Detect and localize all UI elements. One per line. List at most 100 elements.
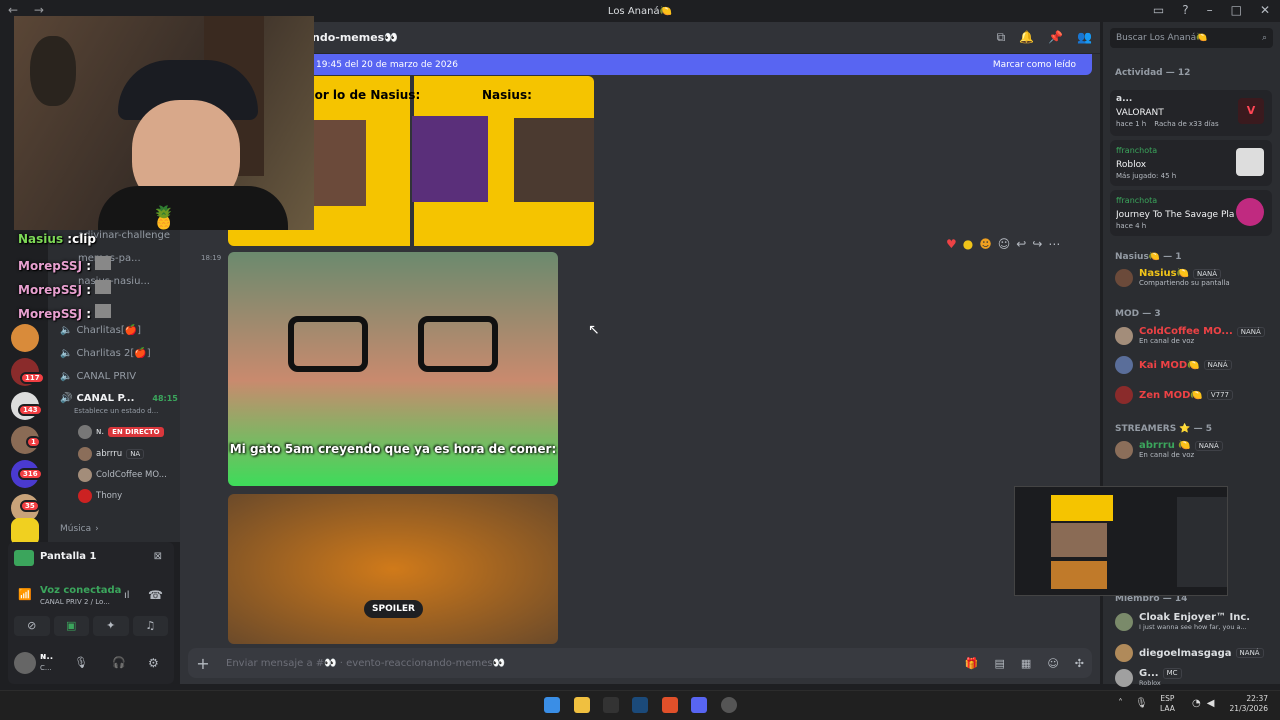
disconnect-icon[interactable]: ☎ — [148, 588, 163, 602]
maximize-button[interactable]: □ — [1231, 3, 1242, 17]
voice-user[interactable]: abrrru NA — [78, 447, 145, 461]
server-icon[interactable] — [11, 324, 39, 352]
preview-members — [1177, 497, 1227, 587]
bell-icon[interactable]: 🔔 — [1019, 30, 1034, 45]
help-icon[interactable]: ? — [1182, 3, 1188, 17]
meme-caption: Mi gato 5am creyendo que ya es hora de c… — [229, 442, 557, 456]
voice-channel-item[interactable]: 🔈 Charlitas 2[🍎] — [60, 348, 151, 359]
pin-icon[interactable]: 📌 — [1048, 30, 1063, 45]
chevron-up-icon[interactable]: ˄ — [1118, 698, 1123, 709]
emoji-icon[interactable]: ☺ — [1047, 657, 1058, 670]
steam-icon[interactable] — [632, 697, 648, 713]
mic-icon[interactable]: 🎙 — [74, 656, 88, 669]
forward-icon[interactable]: ↪ — [1032, 237, 1042, 251]
voice-channel-active[interactable]: 🔊 CANAL P... 48:15 — [60, 393, 178, 404]
close-button[interactable]: ✕ — [1260, 3, 1270, 17]
heart-reaction-icon[interactable]: ♥ — [946, 237, 957, 251]
noise-icon[interactable]: ıl — [124, 590, 130, 601]
brave-icon[interactable] — [662, 697, 678, 713]
member-row[interactable]: Nasius🍋 NANÁ Compartiendo su pantalla — [1115, 268, 1230, 287]
heart-eyes-reaction-icon[interactable]: ☻ — [979, 237, 992, 251]
photo — [310, 120, 366, 206]
headphones-icon[interactable]: 🎧 — [112, 656, 126, 669]
gift-icon[interactable]: 🎁 — [965, 657, 979, 670]
voice-channel-item[interactable]: 🔈 Charlitas[🍎] — [60, 325, 141, 336]
epic-games-icon[interactable] — [603, 697, 619, 713]
avatar — [1115, 268, 1133, 287]
apps-icon[interactable]: ✣ — [1075, 657, 1084, 670]
soundboard-icon[interactable]: ♫ — [132, 616, 168, 636]
clock[interactable]: 22:37 21/3/2026 — [1226, 694, 1268, 714]
message-input[interactable]: + Enviar mensaje a #👀 · evento-reacciona… — [188, 648, 1092, 678]
voice-connected-label[interactable]: Voz conectada — [40, 585, 121, 596]
member-row[interactable]: Kai MOD🍋 NANÁ — [1115, 356, 1232, 374]
activity-header[interactable]: Actividad — 12 — [1115, 68, 1190, 78]
photo — [514, 118, 594, 202]
search-input[interactable]: Buscar Los Ananá🍋 ⌕ — [1110, 28, 1273, 48]
hoodie — [98, 186, 288, 230]
camera-off-icon[interactable]: ⊘ — [14, 616, 50, 636]
reply-icon[interactable]: ↩ — [1016, 237, 1026, 251]
settings-icon[interactable]: ⚙ — [148, 656, 159, 670]
avatar — [78, 447, 92, 461]
member-row[interactable]: Cloak Enjoyer™ Inc. I just wanna see how … — [1115, 612, 1250, 631]
stream-chat-line: MorepSSJ : — [18, 304, 112, 321]
activity-card[interactable]: ffranchota Roblox Más jugado: 45 h — [1110, 140, 1272, 186]
message-time: 18:19 — [201, 254, 222, 262]
category-musica[interactable]: Música › — [60, 524, 99, 534]
activities-icon[interactable]: ✦ — [93, 616, 129, 636]
spoiler-label[interactable]: SPOILER — [364, 600, 423, 618]
stream-title: Pantalla 1 — [40, 551, 97, 562]
meme-caption: por lo de Nasius: — [306, 88, 421, 102]
mark-read-button[interactable]: Marcar como leído — [993, 60, 1076, 70]
group-header: STREAMERS ⭐ — 5 — [1115, 424, 1213, 434]
member-row[interactable]: ColdCoffee MO... NANÁ En canal de voz — [1115, 326, 1265, 345]
voice-channel-item[interactable]: 🔈 CANAL PRIV — [60, 371, 136, 382]
voice-user[interactable]: Thony — [78, 489, 122, 503]
more-icon[interactable]: ⋯ — [1048, 237, 1060, 251]
meme-image-2[interactable]: Mi gato 5am creyendo que ya es hora de c… — [228, 252, 558, 486]
screen-share-preview[interactable] — [1014, 486, 1228, 596]
voice-channel-sub[interactable]: CANAL PRIV 2 / Lo... — [40, 598, 110, 606]
gif-icon[interactable]: ▤ — [995, 657, 1005, 670]
spoiler-image[interactable]: SPOILER — [228, 494, 558, 644]
status-prompt[interactable]: Establece un estado d... — [74, 407, 158, 415]
sticker-icon[interactable]: ▦ — [1021, 657, 1031, 670]
emote — [95, 304, 112, 318]
tray-icons: ˄ 🎙 — [1118, 698, 1148, 709]
notification-badge: 1 — [26, 436, 41, 448]
inbox-icon[interactable]: ▭ — [1153, 3, 1164, 17]
screen-share-button[interactable]: ▣ — [53, 616, 89, 636]
lemon-reaction-icon[interactable]: ● — [963, 237, 973, 251]
member-row[interactable]: Zen MOD🍋 V777 — [1115, 386, 1233, 404]
chatgpt-icon[interactable] — [721, 697, 737, 713]
new-messages-banner[interactable]: 19:45 del 20 de marzo de 2026 Marcar com… — [308, 54, 1092, 75]
voice-user[interactable]: ɴ. EN DIRECTO — [78, 425, 164, 439]
add-reaction-icon[interactable]: ☺ — [998, 237, 1011, 251]
network-volume[interactable]: ◔ ◀ — [1192, 698, 1214, 709]
input-placeholder: Enviar mensaje a #👀 · evento-reaccionand… — [226, 657, 506, 669]
meme-caption: Nasius: — [482, 88, 532, 102]
volume-icon: ◀ — [1206, 698, 1215, 709]
member-row[interactable]: abrrru 🍋 NANÁ En canal de voz — [1115, 440, 1223, 459]
start-icon[interactable] — [544, 697, 560, 713]
member-row[interactable]: G... MC Roblox — [1115, 668, 1182, 687]
discord-icon[interactable] — [691, 697, 707, 713]
voice-user[interactable]: ColdCoffee MO... — [78, 468, 167, 482]
window-controls: ▭ ? – □ ✕ — [1153, 3, 1270, 17]
mic-tray-icon[interactable]: 🎙 — [1135, 698, 1148, 709]
language-indicator[interactable]: ESP LAA — [1160, 694, 1175, 714]
threads-icon[interactable]: ⧉ — [997, 30, 1006, 45]
member-row[interactable]: diegoelmasgaga NANÁ — [1115, 644, 1264, 662]
activity-card[interactable]: ffranchota Journey To The Savage Pla... … — [1110, 190, 1272, 236]
notification-badge: 117 — [20, 372, 45, 384]
explorer-icon[interactable] — [574, 697, 590, 713]
members-icon[interactable]: 👥 — [1077, 30, 1092, 45]
avatar[interactable] — [14, 652, 36, 674]
activity-card[interactable]: a... VALORANT hace 1 h Racha de x33 días … — [1110, 90, 1272, 136]
message-actions: ♥ ● ☻ ☺ ↩ ↪ ⋯ — [946, 237, 1060, 251]
attach-icon[interactable]: + — [188, 654, 218, 673]
nav-arrows[interactable]: ← → — [8, 3, 50, 17]
stop-stream-icon[interactable]: ⊠ — [154, 551, 162, 562]
minimize-button[interactable]: – — [1207, 3, 1213, 17]
